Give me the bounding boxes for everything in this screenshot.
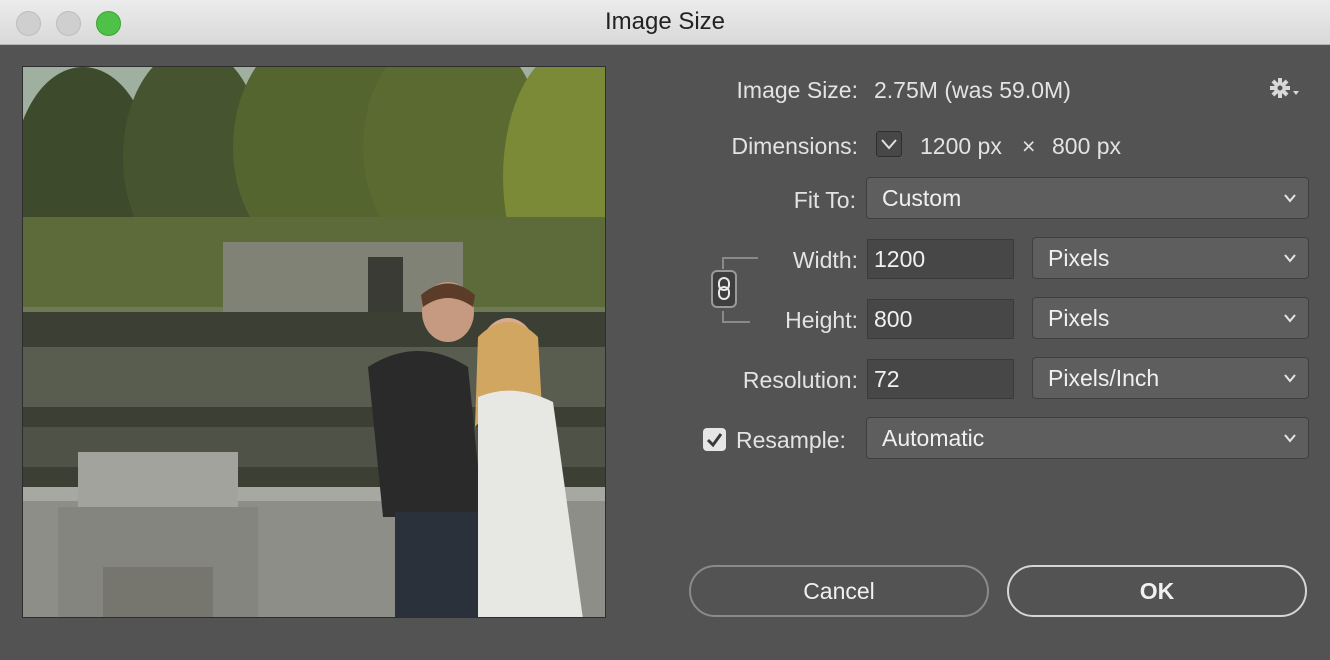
width-unit-value: Pixels: [1048, 245, 1110, 271]
resolution-unit-value: Pixels/Inch: [1048, 365, 1160, 391]
chevron-down-icon: [1284, 254, 1296, 263]
resolution-label: Resolution:: [742, 367, 858, 393]
width-input[interactable]: 1200: [867, 239, 1014, 279]
fit-to-value: Custom: [882, 185, 962, 211]
resample-label: Resample:: [736, 427, 846, 453]
checkmark-icon: [706, 433, 723, 448]
height-unit-select[interactable]: Pixels: [1032, 297, 1309, 339]
fit-to-label: Fit To:: [793, 187, 856, 213]
dimensions-label: Dimensions:: [731, 133, 858, 159]
image-size-label: Image Size:: [736, 77, 858, 103]
resample-select[interactable]: Automatic: [866, 417, 1309, 459]
resample-checkbox[interactable]: [703, 428, 726, 451]
resolution-unit-select[interactable]: Pixels/Inch: [1032, 357, 1309, 399]
width-unit-select[interactable]: Pixels: [1032, 237, 1309, 279]
image-size-value: 2.75M (was 59.0M): [874, 77, 1071, 103]
resolution-input[interactable]: 72: [867, 359, 1014, 399]
dimensions-times: ×: [1022, 133, 1036, 159]
height-input[interactable]: 800: [867, 299, 1014, 339]
chevron-down-icon[interactable]: [876, 131, 902, 157]
chevron-down-icon: [1284, 314, 1296, 323]
image-preview[interactable]: [22, 66, 606, 618]
height-label: Height:: [785, 307, 858, 333]
cancel-button[interactable]: Cancel: [689, 565, 989, 617]
title-bar: Image Size: [0, 0, 1330, 45]
gear-icon[interactable]: [1269, 77, 1301, 106]
fit-to-select[interactable]: Custom: [866, 177, 1309, 219]
window-title: Image Size: [604, 8, 726, 35]
resample-value: Automatic: [882, 425, 985, 451]
chevron-down-icon: [1284, 434, 1296, 443]
width-label: Width:: [792, 247, 858, 273]
dimensions-height: 800 px: [1052, 133, 1122, 159]
chevron-down-icon: [1284, 374, 1296, 383]
dimensions-width: 1200 px: [920, 133, 1002, 159]
ok-button[interactable]: OK: [1007, 565, 1307, 617]
chevron-down-icon: [1284, 194, 1296, 203]
height-unit-value: Pixels: [1048, 305, 1110, 331]
preview-photo: [23, 67, 605, 617]
chain-link-icon[interactable]: [711, 270, 737, 308]
